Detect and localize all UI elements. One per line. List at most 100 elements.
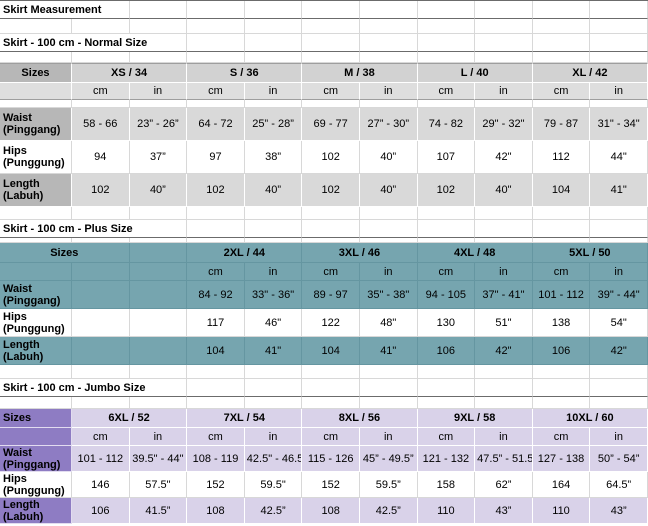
empty-cell [418, 220, 476, 238]
value-cell: 40" [475, 174, 533, 207]
unit-header: in [360, 83, 418, 100]
value-cell: 69 - 77 [302, 108, 360, 141]
value-cell: 62” [475, 472, 533, 498]
row-label: Hips(Punggung) [0, 309, 72, 337]
empty-cell [360, 100, 418, 108]
empty-cell [72, 19, 130, 34]
size-header: 9XL / 58 [418, 409, 533, 428]
empty-cell [187, 220, 245, 238]
empty-cell [533, 1, 591, 19]
value-cell: 42" [475, 141, 533, 174]
value-cell: 110 [418, 498, 476, 524]
value-cell: 121 - 132 [418, 446, 476, 472]
empty-cell [245, 365, 303, 379]
empty-cell [475, 1, 533, 19]
empty-cell [418, 379, 476, 397]
empty-cell [302, 34, 360, 52]
unit-header: in [130, 83, 188, 100]
row-label: Hips(Punggung) [0, 141, 72, 174]
row-label: Length(Labuh) [0, 174, 72, 207]
empty-cell [72, 207, 130, 220]
value-cell: 43” [590, 498, 648, 524]
unit-header: in [475, 83, 533, 100]
empty-cell [302, 397, 360, 409]
unit-header: cm [187, 428, 245, 446]
empty-cell [187, 34, 245, 52]
empty-cell [187, 397, 245, 409]
value-cell: 42" [475, 337, 533, 365]
empty-cell [187, 52, 245, 63]
empty-cell [72, 309, 130, 337]
row-label-line2: (Pinggang) [3, 124, 69, 136]
value-cell: 25” - 28” [245, 108, 303, 141]
row-label-line1: Waist [3, 447, 69, 459]
unit-header: in [245, 428, 303, 446]
size-header: M / 38 [302, 63, 417, 83]
unit-header: in [475, 263, 533, 281]
empty-cell [245, 34, 303, 52]
empty-cell [418, 19, 476, 34]
sheet-title: Skirt Measurement [0, 1, 130, 19]
value-cell: 94 - 105 [418, 281, 476, 309]
empty-cell [0, 100, 72, 108]
empty-cell [360, 207, 418, 220]
empty-cell [72, 263, 130, 281]
empty-cell [302, 207, 360, 220]
value-cell: 33" - 36" [245, 281, 303, 309]
value-cell: 41" [360, 337, 418, 365]
empty-cell [0, 263, 72, 281]
value-cell: 106 [533, 337, 591, 365]
unit-header: in [130, 428, 188, 446]
empty-cell [0, 52, 72, 63]
empty-cell [475, 365, 533, 379]
sizes-header: Sizes [0, 243, 130, 263]
row-label-line2: (Labuh) [3, 190, 69, 202]
value-cell: 47.5” - 51.5” [475, 446, 533, 472]
row-label: Waist(Pinggang) [0, 446, 72, 472]
value-cell: 102 [302, 141, 360, 174]
unit-header: cm [72, 83, 130, 100]
empty-cell [418, 52, 476, 63]
row-label: Length(Labuh) [0, 498, 72, 524]
empty-cell [130, 207, 188, 220]
value-cell: 39" - 44" [590, 281, 648, 309]
value-cell: 122 [302, 309, 360, 337]
empty-cell [533, 52, 591, 63]
section-title: Skirt - 100 cm - Plus Size [0, 220, 187, 238]
empty-cell [475, 19, 533, 34]
empty-cell [590, 365, 648, 379]
empty-cell [533, 34, 591, 52]
section-title: Skirt - 100 cm - Jumbo Size [0, 379, 187, 397]
value-cell: 106 [72, 498, 130, 524]
empty-cell [245, 19, 303, 34]
size-header: 6XL / 52 [72, 409, 187, 428]
size-header: 5XL / 50 [533, 243, 648, 263]
empty-cell [187, 365, 245, 379]
empty-cell [533, 100, 591, 108]
empty-cell [130, 263, 188, 281]
sheet-table: Skirt MeasurementSkirt - 100 cm - Normal… [0, 1, 648, 524]
empty-cell [130, 100, 188, 108]
empty-cell [72, 337, 130, 365]
row-label-line2: (Punggung) [3, 157, 69, 169]
value-cell: 40” [245, 174, 303, 207]
empty-cell [130, 1, 188, 19]
unit-header: cm [533, 263, 591, 281]
empty-cell [590, 34, 648, 52]
empty-cell [245, 220, 303, 238]
value-cell: 23” - 26” [130, 108, 188, 141]
empty-cell [533, 397, 591, 409]
value-cell: 45” - 49.5” [360, 446, 418, 472]
value-cell: 138 [533, 309, 591, 337]
empty-cell [72, 52, 130, 63]
value-cell: 104 [187, 337, 245, 365]
unit-header: cm [302, 263, 360, 281]
empty-cell [130, 365, 188, 379]
unit-header: cm [418, 83, 476, 100]
empty-cell [590, 19, 648, 34]
empty-cell [590, 52, 648, 63]
empty-cell [418, 34, 476, 52]
empty-cell [533, 207, 591, 220]
row-label: Length(Labuh) [0, 337, 72, 365]
row-label-line2: (Punggung) [3, 485, 69, 497]
